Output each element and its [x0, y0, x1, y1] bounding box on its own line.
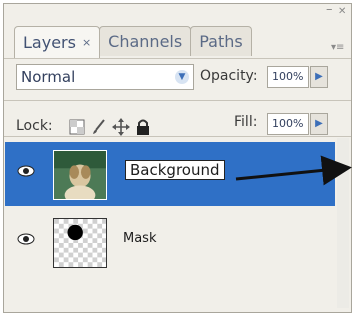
fill-flyout-icon[interactable]: ▶ — [310, 113, 328, 135]
opacity-label: Opacity: — [200, 68, 258, 84]
layers-panel: – ✕ Layers × Channels Paths ▾≡ Normal ▼ … — [3, 3, 352, 313]
layer-row-mask[interactable]: Mask — [5, 210, 335, 274]
tab-paths-label: Paths — [199, 32, 243, 51]
brush-lock-icon[interactable] — [90, 118, 108, 136]
tab-channels-label: Channels — [108, 32, 183, 51]
layer-row-background[interactable]: Background — [5, 142, 335, 206]
layer-name-label: Mask — [123, 231, 157, 246]
lock-label: Lock: — [16, 118, 53, 134]
move-lock-icon[interactable] — [112, 118, 130, 136]
padlock-icon[interactable] — [134, 118, 152, 136]
tab-channels[interactable]: Channels — [99, 26, 192, 56]
opacity-flyout-icon[interactable]: ▶ — [310, 66, 328, 88]
opacity-input[interactable]: 100% — [267, 66, 309, 88]
scrollbar[interactable] — [337, 138, 349, 308]
fill-input[interactable]: 100% — [267, 113, 309, 135]
eye-icon[interactable] — [17, 164, 35, 178]
layer-thumbnail-photo — [53, 150, 107, 200]
eye-icon[interactable] — [17, 232, 35, 246]
minimize-icon[interactable]: – — [326, 3, 333, 16]
fill-label: Fill: — [234, 114, 258, 130]
tab-close-icon[interactable]: × — [82, 36, 91, 49]
layer-name-input[interactable]: Background — [125, 160, 225, 180]
tab-layers-label: Layers — [23, 33, 76, 52]
layer-thumbnail-mask — [53, 218, 107, 268]
panel-tabs: Layers × Channels Paths — [14, 26, 252, 58]
tab-paths[interactable]: Paths — [190, 26, 252, 56]
chevron-down-icon[interactable]: ▼ — [175, 70, 189, 84]
panel-menu-icon[interactable]: ▾≡ — [331, 42, 344, 53]
divider — [4, 136, 351, 137]
blend-mode-select[interactable]: Normal ▼ — [16, 64, 194, 90]
transparency-lock-icon[interactable] — [68, 118, 86, 136]
divider — [4, 100, 351, 101]
tab-layers[interactable]: Layers × — [14, 26, 101, 58]
close-icon[interactable]: ✕ — [338, 7, 346, 17]
blend-mode-value: Normal — [21, 68, 76, 86]
divider — [4, 58, 351, 59]
